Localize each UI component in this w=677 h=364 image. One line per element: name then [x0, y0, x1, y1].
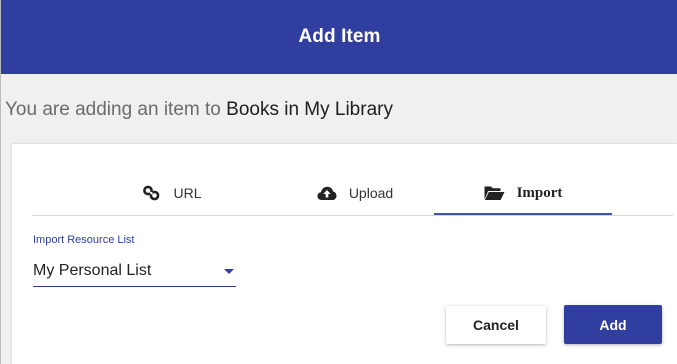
tab-url[interactable]: URL — [122, 171, 222, 215]
add-item-dialog: Add Item You are adding an item to Books… — [0, 0, 677, 364]
tab-import[interactable]: Import — [434, 171, 612, 215]
caret-down-icon — [224, 269, 234, 274]
dialog-title: Add Item — [298, 26, 381, 47]
folder-open-icon — [484, 185, 505, 201]
link-icon — [142, 185, 161, 201]
dialog-subtitle: You are adding an item to Books in My Li… — [5, 99, 393, 121]
tab-bar: URL Upload Import — [32, 171, 673, 216]
cloud-upload-icon — [317, 186, 337, 201]
tab-import-label: Import — [516, 184, 563, 201]
subtitle-target: Books in My Library — [226, 99, 393, 120]
dialog-header: Add Item — [1, 0, 677, 74]
select-value: My Personal List — [33, 262, 152, 279]
tab-upload[interactable]: Upload — [300, 171, 410, 215]
tab-url-label: URL — [173, 185, 202, 201]
subtitle-prefix: You are adding an item to — [5, 99, 227, 120]
active-tab-indicator — [434, 213, 612, 215]
content-card: URL Upload Import Import Resource List M… — [12, 144, 677, 364]
tab-upload-label: Upload — [348, 185, 394, 201]
cancel-button[interactable]: Cancel — [446, 306, 546, 344]
add-button[interactable]: Add — [564, 305, 662, 344]
import-resource-list-label: Import Resource List — [33, 234, 135, 246]
import-resource-list-select[interactable]: My Personal List — [33, 256, 236, 287]
